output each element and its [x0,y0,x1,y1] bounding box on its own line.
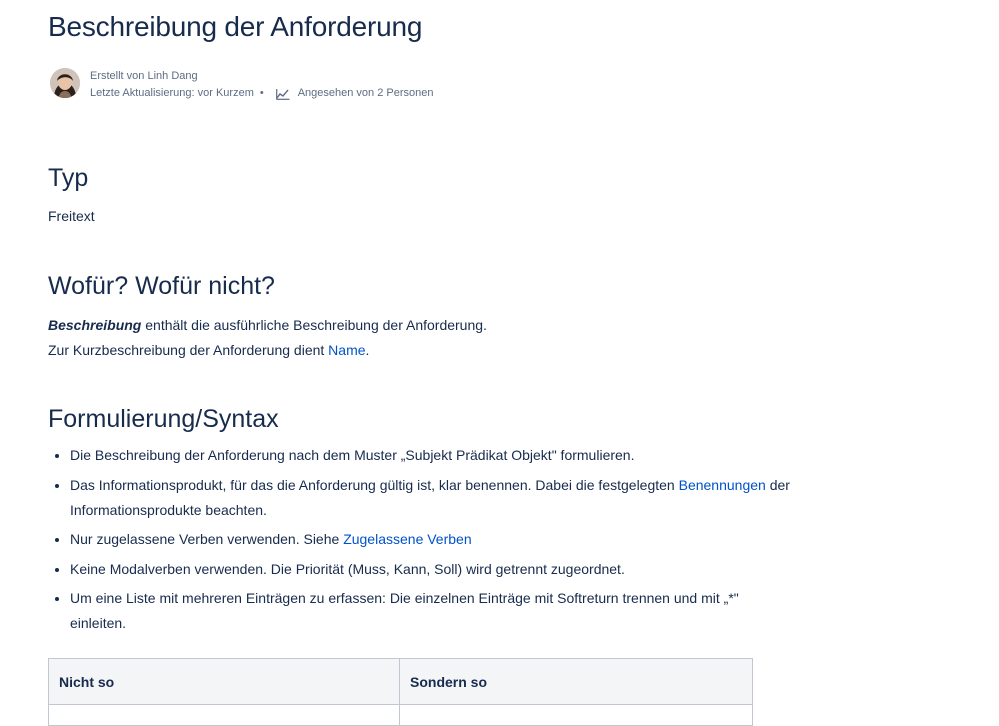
views-link[interactable]: Angesehen von 2 Personen [298,85,434,102]
wofuer-line-1-rest: enthält die ausführliche Beschreibung de… [141,317,487,333]
column-header-sondern-so: Sondern so [399,658,753,705]
heading-wofuer: Wofür? Wofür nicht? [48,272,275,300]
list-item-text: Nur zugelassene Verben verwenden. Siehe [70,531,344,547]
wofuer-line-1: Beschreibung enthält die ausführliche Be… [48,313,487,338]
term-beschreibung: Beschreibung [48,317,142,333]
list-item-text: Um eine Liste mit mehreren Einträgen zu … [70,590,739,631]
examples-table: Nicht so Sondern so [48,658,753,726]
heading-typ: Typ [48,164,89,192]
list-item: Die Beschreibung der Anforderung nach de… [70,443,790,468]
byline-separator: • [259,87,264,99]
wofuer-line-2-pre: Zur Kurzbeschreibung der Anforderung die… [48,342,329,358]
list-item-text: Die Beschreibung der Anforderung nach de… [70,447,635,463]
avatar-image [50,68,80,98]
column-header-nicht-so: Nicht so [48,658,400,705]
avatar[interactable] [50,68,80,98]
wofuer-line-2: Zur Kurzbeschreibung der Anforderung die… [48,338,369,363]
last-updated[interactable]: Letzte Aktualisierung: vor Kurzem [90,85,254,102]
heading-syntax: Formulierung/Syntax [48,405,279,433]
typ-text: Freitext [48,208,95,224]
analytics-icon [275,88,290,100]
list-item: Keine Modalverben verwenden. Die Priorit… [70,557,790,582]
wofuer-line-2-post: . [365,342,370,358]
page-title: Beschreibung der Anforderung [48,11,423,42]
syntax-list: Die Beschreibung der Anforderung nach de… [48,443,790,641]
list-item: Das Informationsprodukt, für das die Anf… [70,473,790,523]
list-item: Nur zugelassene Verben verwenden. Siehe … [70,527,790,552]
zugelassene-verben-link[interactable]: Zugelassene Verben [343,531,471,547]
table-cell [48,704,400,726]
list-item: Um eine Liste mit mehreren Einträgen zu … [70,586,790,636]
benennungen-link[interactable]: Benennungen [679,477,766,493]
byline-meta: Erstellt von Linh Dang Letzte Aktualisie… [90,68,434,102]
list-item-text: Keine Modalverben verwenden. Die Priorit… [70,560,625,577]
list-item-text: Das Informationsprodukt, für das die Anf… [70,476,679,493]
created-by-link[interactable]: Erstellt von Linh Dang [90,68,434,85]
byline-row: Letzte Aktualisierung: vor Kurzem • Ange… [90,85,434,102]
table-header-row: Nicht so Sondern so [48,658,753,705]
name-link[interactable]: Name [328,342,365,358]
table-row [48,704,753,726]
table-cell [399,704,753,726]
